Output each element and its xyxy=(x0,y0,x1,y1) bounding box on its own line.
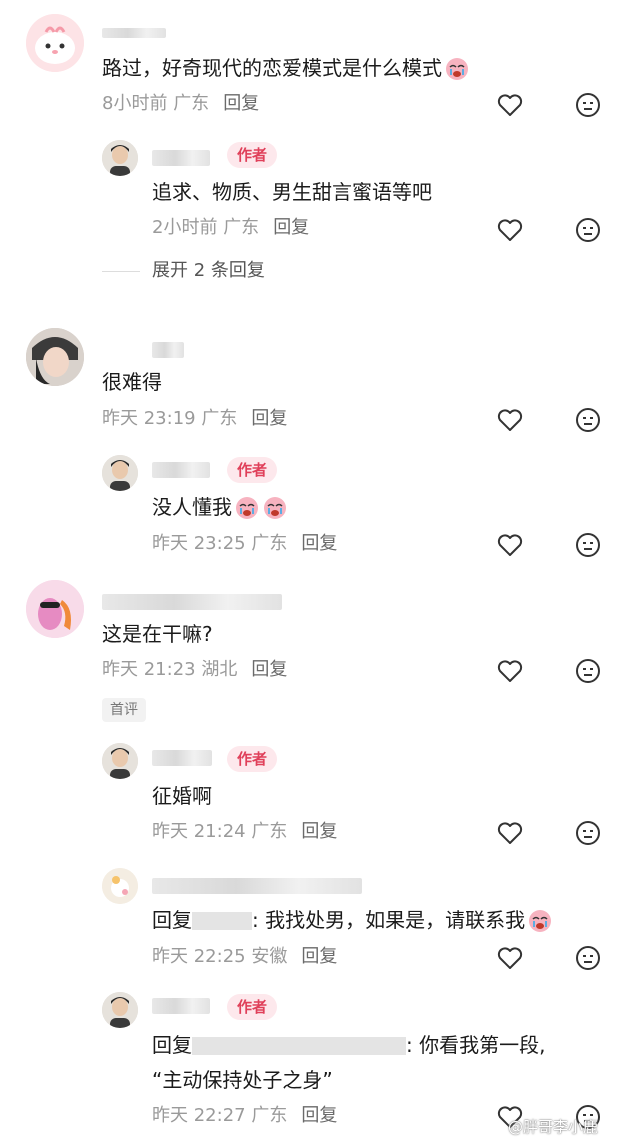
reply-meta: 昨天 21:24 广东 回复 xyxy=(152,821,338,842)
avatar[interactable] xyxy=(26,328,84,386)
reply-meta: 昨天 23:25 广东 回复 xyxy=(152,533,338,554)
comment-meta: 8小时前 广东 回复 xyxy=(102,93,260,114)
neutral-face-icon[interactable] xyxy=(574,406,602,434)
author-avatar[interactable] xyxy=(102,743,138,779)
avatar[interactable] xyxy=(26,14,84,72)
avatar[interactable] xyxy=(102,868,138,904)
mentioned-user-blurred[interactable] xyxy=(192,1037,406,1055)
username-blurred[interactable] xyxy=(102,28,166,38)
username-blurred[interactable] xyxy=(152,998,210,1014)
reply-text: 没人懂我 xyxy=(152,493,288,521)
heart-icon[interactable] xyxy=(496,944,524,972)
author-badge: 作者 xyxy=(227,142,278,168)
author-badge: 作者 xyxy=(227,994,278,1020)
first-comment-badge: 首评 xyxy=(102,698,146,722)
heart-icon[interactable] xyxy=(496,819,524,847)
crying-emoji-icon xyxy=(527,907,553,933)
reply-meta: 昨天 22:27 广东 回复 xyxy=(152,1105,338,1126)
reply-text: 回复: 我找处男，如果是，请联系我 xyxy=(152,906,553,934)
reply-text: 追求、物质、男生甜言蜜语等吧 xyxy=(152,180,432,204)
author-badge: 作者 xyxy=(227,746,278,772)
username-blurred[interactable] xyxy=(152,750,212,766)
author-avatar[interactable] xyxy=(102,992,138,1028)
reply-button[interactable]: 回复 xyxy=(251,659,287,680)
comment-meta: 昨天 23:19 广东 回复 xyxy=(102,408,288,429)
reply-button[interactable]: 回复 xyxy=(273,217,309,238)
mentioned-user-blurred[interactable] xyxy=(192,912,252,930)
reply-button[interactable]: 回复 xyxy=(251,408,287,429)
avatar[interactable] xyxy=(26,580,84,638)
reply-button[interactable]: 回复 xyxy=(301,1105,337,1126)
comment-text: 很难得 xyxy=(102,370,162,394)
neutral-face-icon[interactable] xyxy=(574,944,602,972)
heart-icon[interactable] xyxy=(496,531,524,559)
reply-button[interactable]: 回复 xyxy=(301,946,337,967)
comment-meta: 昨天 21:23 湖北 回复 xyxy=(102,659,288,680)
expand-replies-button[interactable]: 展开 2 条回复 xyxy=(152,259,265,283)
username-blurred[interactable] xyxy=(152,150,210,166)
watermark: @胖哥李小鹿 xyxy=(508,1118,599,1136)
reply-button[interactable]: 回复 xyxy=(301,533,337,554)
neutral-face-icon[interactable] xyxy=(574,819,602,847)
author-badge: 作者 xyxy=(227,457,278,483)
neutral-face-icon[interactable] xyxy=(574,216,602,244)
crying-emoji-icon xyxy=(444,55,470,81)
reply-meta: 2小时前 广东 回复 xyxy=(152,217,310,238)
heart-icon[interactable] xyxy=(496,216,524,244)
heart-icon[interactable] xyxy=(496,657,524,685)
expand-divider xyxy=(102,271,140,272)
neutral-face-icon[interactable] xyxy=(574,531,602,559)
neutral-face-icon[interactable] xyxy=(574,91,602,119)
author-avatar[interactable] xyxy=(102,455,138,491)
reply-text-line2: “主动保持处子之身” xyxy=(152,1068,333,1092)
heart-icon[interactable] xyxy=(496,91,524,119)
username-blurred[interactable] xyxy=(102,594,282,610)
crying-emoji-icon xyxy=(234,494,260,520)
reply-meta: 昨天 22:25 安徽 回复 xyxy=(152,946,338,967)
username-blurred[interactable] xyxy=(152,462,210,478)
heart-icon[interactable] xyxy=(496,406,524,434)
author-avatar[interactable] xyxy=(102,140,138,176)
username-blurred[interactable] xyxy=(152,878,362,894)
crying-emoji-icon xyxy=(262,494,288,520)
neutral-face-icon[interactable] xyxy=(574,657,602,685)
reply-button[interactable]: 回复 xyxy=(301,821,337,842)
comment-text: 路过，好奇现代的恋爱模式是什么模式 xyxy=(102,54,470,82)
username-blurred[interactable] xyxy=(152,342,184,358)
comment-text: 这是在干嘛? xyxy=(102,622,213,646)
reply-button[interactable]: 回复 xyxy=(223,93,259,114)
reply-text: 征婚啊 xyxy=(152,784,212,808)
reply-text: 回复: 你看我第一段, xyxy=(152,1033,546,1057)
